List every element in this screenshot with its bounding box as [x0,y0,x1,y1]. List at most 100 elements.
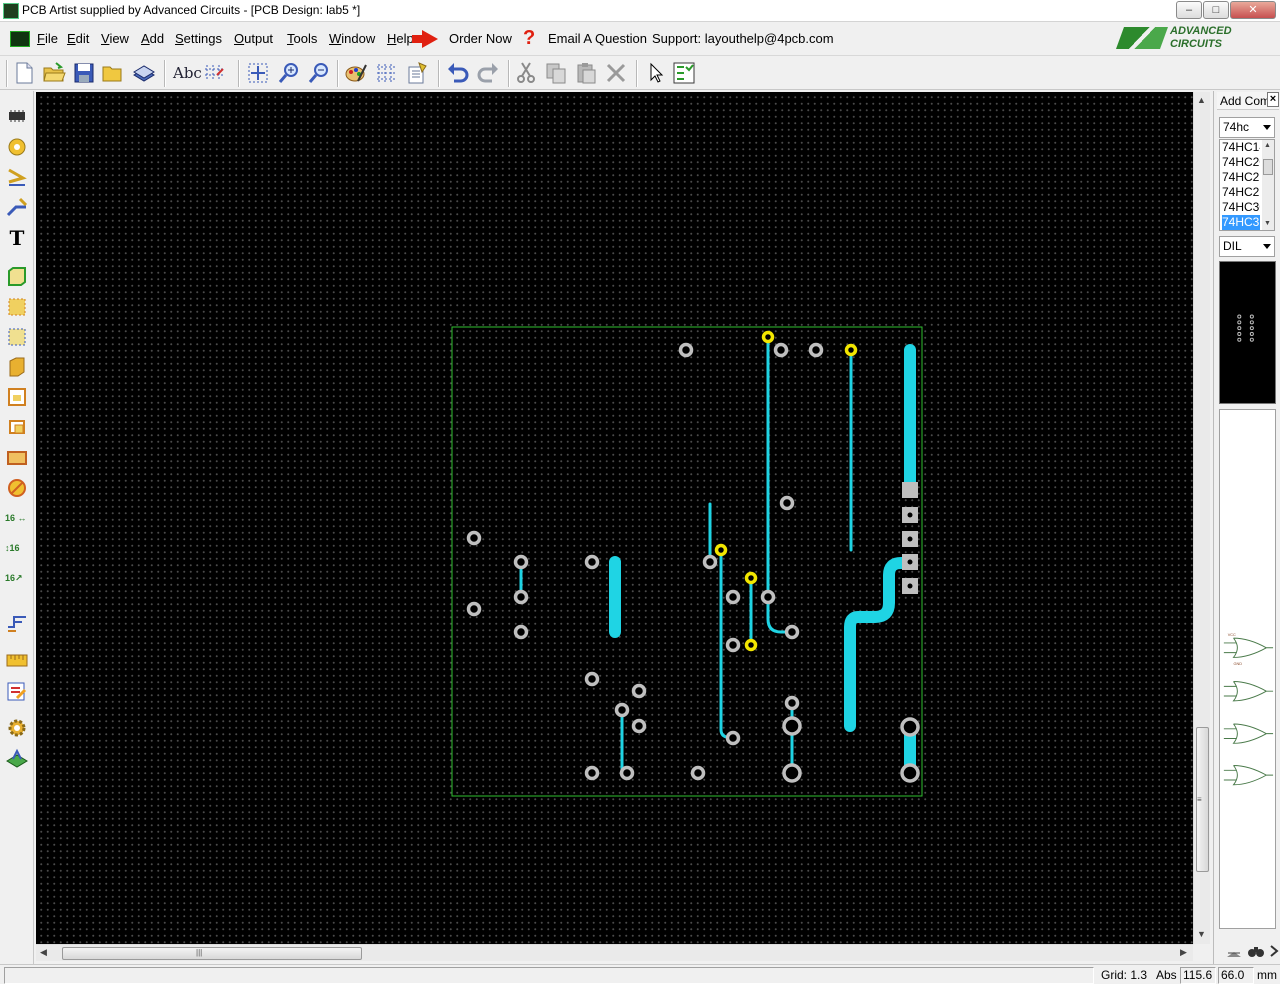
round-pad[interactable] [466,530,482,546]
round-pad[interactable] [690,765,706,781]
round-pad[interactable] [614,702,630,718]
new-file-icon[interactable] [12,61,36,85]
document-icon[interactable] [10,31,30,47]
square-pad[interactable] [902,482,918,498]
chevron-down-icon[interactable] [1263,244,1271,249]
ruler-icon[interactable] [5,649,29,671]
route-icon[interactable] [5,611,29,633]
zoom-out-icon[interactable] [307,61,331,85]
round-pad[interactable] [631,683,647,699]
add-board-icon[interactable] [5,265,29,287]
large-pad[interactable] [782,763,802,783]
large-pad[interactable] [900,717,920,737]
drc-check-icon[interactable] [672,61,696,85]
scroll-left-icon[interactable]: ◀ [40,947,47,958]
add-drill-icon[interactable] [5,477,29,499]
round-pad[interactable] [513,554,529,570]
close-button[interactable]: ✕ [1230,1,1276,19]
highlighted-pad[interactable] [761,330,775,344]
add-template-icon[interactable] [5,356,29,378]
align-vertical-icon[interactable]: ↕16 [5,543,29,565]
round-pad[interactable] [584,765,600,781]
scroll-up-icon[interactable]: ▲ [1197,95,1206,105]
menu-settings[interactable]: Settings [175,31,222,46]
library-browser-icon[interactable] [1225,943,1243,959]
highlighted-pad[interactable] [744,638,758,652]
list-item[interactable]: 74HC20 [1222,155,1260,170]
add-connection-icon[interactable] [5,196,29,218]
delete-icon[interactable] [604,61,628,85]
pcb-track[interactable] [766,335,794,634]
highlighted-pad[interactable] [744,571,758,585]
minimize-button[interactable]: – [1176,1,1202,19]
open-project-icon[interactable] [100,61,124,85]
undo-icon[interactable] [446,61,470,85]
round-pad[interactable] [784,624,800,640]
scroll-down-icon[interactable]: ▼ [1264,220,1271,227]
list-item[interactable]: 74HC21 [1222,170,1260,185]
add-copper-pour-icon[interactable] [5,296,29,318]
export-icon[interactable] [5,747,29,769]
add-track-icon[interactable] [5,166,29,188]
scroll-right-icon[interactable]: ▶ [1180,947,1187,958]
scroll-up-icon[interactable]: ▲ [1264,142,1271,149]
round-pad[interactable] [466,601,482,617]
properties-icon[interactable] [405,61,429,85]
round-pad[interactable] [760,589,776,605]
redo-icon[interactable] [476,61,500,85]
pcb-canvas[interactable] [36,92,1193,944]
round-pad[interactable] [584,554,600,570]
part-list[interactable]: 74HC14 74HC20 74HC21 74HC27 74HC30 74HC3… [1219,139,1275,231]
list-item-selected[interactable]: 74HC32 [1222,215,1260,230]
round-pad[interactable] [584,671,600,687]
cut-icon[interactable] [514,61,538,85]
round-pad[interactable] [725,730,741,746]
library-icon[interactable] [132,61,156,85]
menu-add[interactable]: Add [141,31,164,46]
zoom-in-icon[interactable] [277,61,301,85]
maximize-button[interactable]: □ [1203,1,1229,19]
list-item[interactable]: 74HC14 [1222,140,1260,155]
round-pad[interactable] [779,495,795,511]
round-pad[interactable] [773,342,789,358]
colours-icon[interactable] [344,61,368,85]
add-doc-shape-icon[interactable] [5,447,29,469]
large-pad[interactable] [782,716,802,736]
vertical-scrollbar[interactable]: ▲ ≡ ▼ [1193,92,1210,944]
menu-edit[interactable]: Edit [67,31,89,46]
support-email[interactable]: Support: layouthelp@4pcb.com [652,31,834,46]
settings-gear-icon[interactable] [5,717,29,739]
menu-help[interactable]: Help [387,31,414,46]
round-pad[interactable] [619,765,635,781]
add-component-icon[interactable] [5,105,29,127]
large-pad[interactable] [900,763,920,783]
list-scroll-thumb[interactable] [1263,159,1273,175]
menu-tools[interactable]: Tools [287,31,317,46]
chevron-down-icon[interactable] [1263,125,1271,130]
round-pad[interactable] [513,589,529,605]
round-pad[interactable] [631,718,647,734]
email-question-link[interactable]: Email A Question [548,31,647,46]
highlighted-pad[interactable] [844,343,858,357]
menu-file[interactable]: File [37,31,58,46]
binoculars-icon[interactable] [1247,943,1265,959]
list-item[interactable]: 74HC27 [1222,185,1260,200]
pcb-board-layout[interactable] [36,92,1193,944]
menu-view[interactable]: View [101,31,129,46]
round-pad[interactable] [702,554,718,570]
grid-icon[interactable] [375,61,399,85]
round-pad[interactable] [784,695,800,711]
round-pad[interactable] [725,589,741,605]
scroll-down-icon[interactable]: ▼ [1197,929,1206,939]
round-pad[interactable] [678,342,694,358]
part-search-combo[interactable]: 74hc [1219,117,1275,138]
zoom-fit-icon[interactable] [246,61,270,85]
panel-close-button[interactable]: × [1267,92,1279,107]
save-icon[interactable] [72,61,96,85]
select-pointer-icon[interactable] [645,61,669,85]
round-pad[interactable] [725,637,741,653]
paste-icon[interactable] [574,61,598,85]
chevron-right-icon[interactable] [1269,943,1280,959]
align-horizontal-icon[interactable]: 16 ↔ [5,513,29,535]
horizontal-scrollbar[interactable]: ◀ ||| ▶ [36,944,1193,961]
